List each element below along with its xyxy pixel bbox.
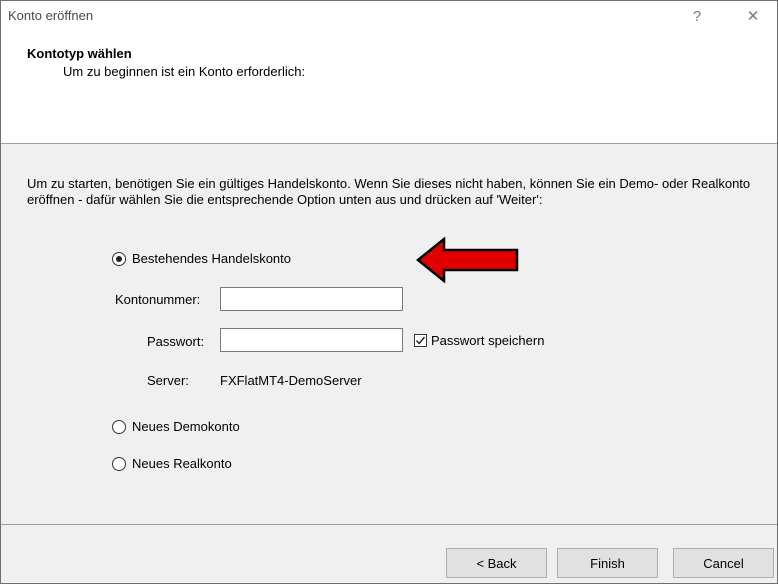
red-arrow-icon	[416, 237, 519, 283]
radio-existing-label: Bestehendes Handelskonto	[132, 251, 292, 266]
title-bar: Konto eröffnen ? ✕	[1, 1, 777, 31]
radio-real-account[interactable]: Neues Realkonto	[112, 456, 232, 471]
close-button[interactable]: ✕	[735, 1, 771, 31]
page-title: Kontotyp wählen	[27, 46, 132, 61]
cancel-button[interactable]: Cancel	[673, 548, 774, 578]
save-password-label: Passwort speichern	[431, 333, 545, 348]
checkmark-icon	[415, 336, 426, 345]
account-number-input[interactable]	[220, 287, 403, 311]
button-bar	[1, 525, 777, 583]
radio-button-demo[interactable]	[112, 419, 126, 434]
checkbox-box[interactable]	[414, 334, 427, 347]
page-subtitle: Um zu beginnen ist ein Konto erforderlic…	[63, 64, 306, 79]
radio-real-label: Neues Realkonto	[132, 456, 232, 471]
password-input[interactable]	[220, 328, 403, 352]
radio-existing-account[interactable]: Bestehendes Handelskonto	[112, 251, 291, 266]
back-button[interactable]: < Back	[446, 548, 547, 578]
radio-demo-account[interactable]: Neues Demokonto	[112, 419, 240, 434]
password-label: Passwort:	[147, 334, 205, 349]
window-title: Konto eröffnen	[8, 8, 94, 23]
radio-button-existing[interactable]	[112, 251, 126, 266]
finish-button[interactable]: Finish	[557, 548, 658, 578]
help-button[interactable]: ?	[679, 1, 715, 31]
radio-button-real[interactable]	[112, 456, 126, 471]
server-value: FXFlatMT4-DemoServer	[220, 373, 362, 388]
intro-text: Um zu starten, benötigen Sie ein gültige…	[27, 176, 751, 207]
radio-demo-label: Neues Demokonto	[132, 419, 240, 434]
server-label: Server:	[147, 373, 189, 388]
dialog-window: Konto eröffnen ? ✕ Kontotyp wählen Um zu…	[0, 0, 778, 584]
save-password-checkbox[interactable]: Passwort speichern	[414, 333, 544, 348]
account-number-label: Kontonummer:	[115, 292, 201, 307]
